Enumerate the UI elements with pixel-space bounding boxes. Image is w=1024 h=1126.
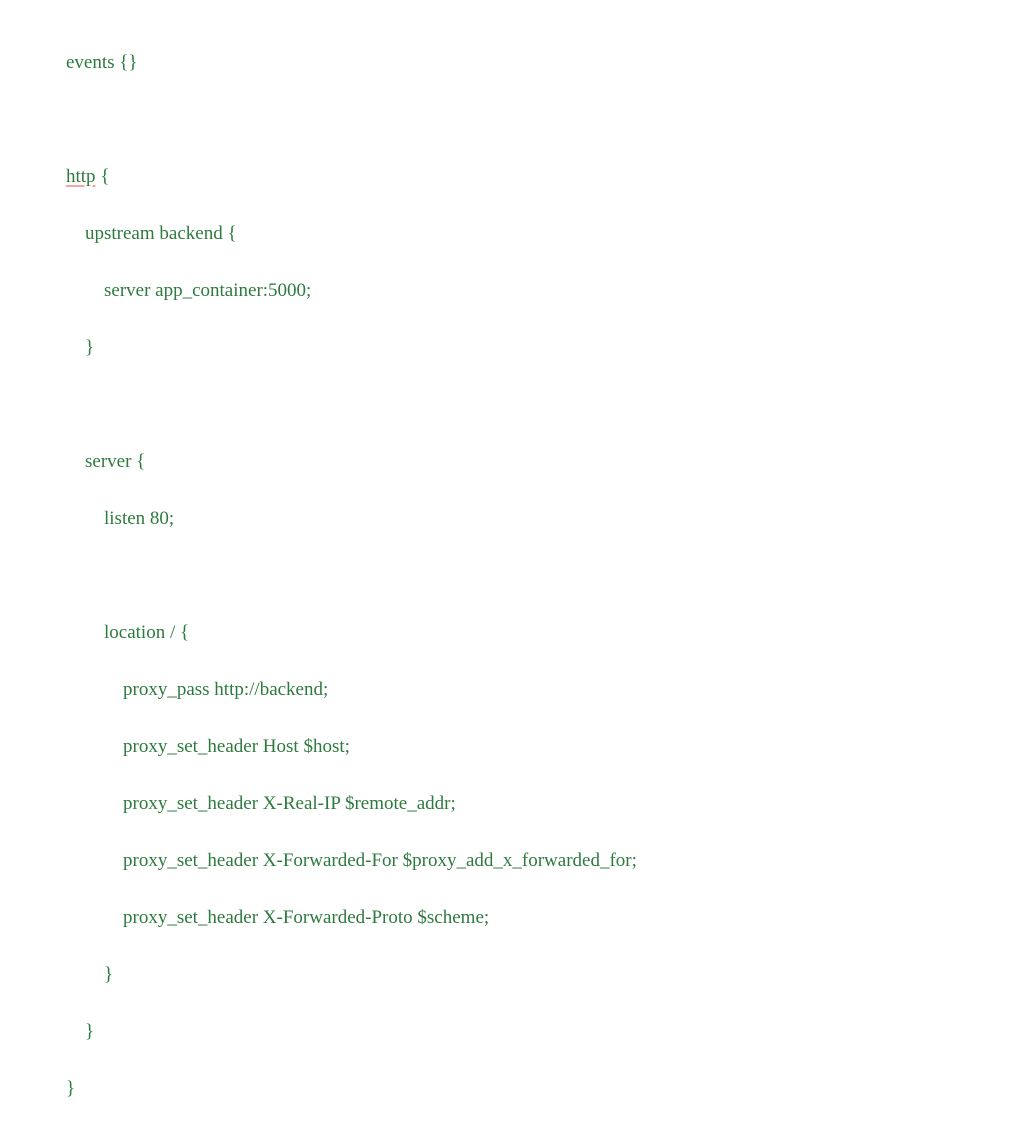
- code-line: proxy_set_header X-Forwarded-For $proxy_…: [66, 847, 1004, 876]
- code-line: proxy_set_header X-Forwarded-Proto $sche…: [66, 904, 1004, 933]
- code-line: http {: [66, 163, 1004, 192]
- code-line: upstream backend {: [66, 220, 1004, 249]
- code-line: }: [66, 1075, 1004, 1104]
- code-line: }: [66, 1018, 1004, 1047]
- spellcheck-underline: http: [66, 166, 96, 187]
- code-line: location / {: [66, 619, 1004, 648]
- code-line: }: [66, 334, 1004, 363]
- code-line: proxy_set_header Host $host;: [66, 733, 1004, 762]
- code-line: proxy_pass http://backend;: [66, 676, 1004, 705]
- code-line: [66, 562, 1004, 591]
- code-line: proxy_set_header X-Real-IP $remote_addr;: [66, 790, 1004, 819]
- code-line: events {}: [66, 49, 1004, 78]
- code-fragment: {: [96, 166, 110, 187]
- code-line: listen 80;: [66, 505, 1004, 534]
- nginx-config-code: events {} http { upstream backend { serv…: [66, 20, 1004, 1126]
- code-line: [66, 391, 1004, 420]
- code-line: server {: [66, 448, 1004, 477]
- code-line: server app_container:5000;: [66, 277, 1004, 306]
- code-line: [66, 106, 1004, 135]
- code-line: }: [66, 961, 1004, 990]
